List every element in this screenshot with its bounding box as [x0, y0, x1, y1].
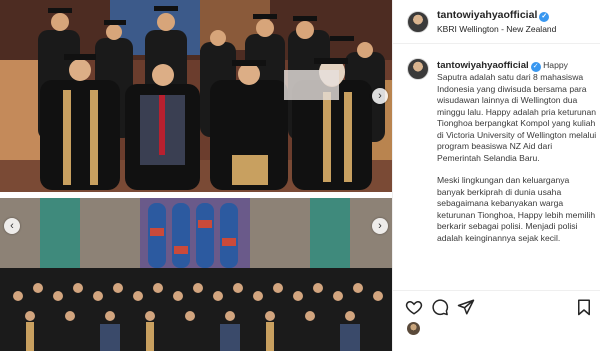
next-image-button-2[interactable]: ›	[372, 218, 388, 234]
comment-icon[interactable]	[431, 298, 449, 316]
header-username-text[interactable]: tantowiyahyaofficial	[437, 9, 537, 21]
graduation-photo-bottom[interactable]: ‹ ›	[0, 198, 392, 351]
post-panel: tantowiyahyaofficial ✓ KBRI Wellington - …	[392, 0, 600, 351]
action-bar	[393, 290, 600, 330]
verified-badge-icon: ✓	[539, 12, 550, 22]
verified-badge-icon: ✓	[530, 62, 541, 72]
caption-avatar[interactable]	[407, 58, 429, 80]
caption-text: tantowiyahyaofficial ✓ Happy Saputra adal…	[437, 60, 597, 255]
graduation-photo-top[interactable]: ›	[0, 0, 392, 192]
next-image-button[interactable]: ›	[372, 88, 388, 104]
heart-icon[interactable]	[405, 298, 423, 316]
post-media: › ‹ ›	[0, 0, 392, 351]
bookmark-icon[interactable]	[575, 298, 593, 316]
caption-paragraph-2: Meski lingkungan dan keluarganya banyak …	[437, 175, 596, 243]
caption-username[interactable]: tantowiyahyaofficial	[437, 60, 529, 71]
caption-body-1: Happy Saputra adalah satu dari 8 mahasis…	[437, 60, 597, 163]
avatar[interactable]	[407, 11, 429, 33]
liked-by-avatar[interactable]	[407, 322, 420, 335]
prev-image-button[interactable]: ‹	[4, 218, 20, 234]
header-username[interactable]: tantowiyahyaofficial ✓	[437, 9, 550, 22]
location-link[interactable]: KBRI Wellington - New Zealand	[437, 24, 556, 34]
paper-plane-icon[interactable]	[457, 298, 475, 316]
post-header: tantowiyahyaofficial ✓ KBRI Wellington - …	[393, 0, 600, 44]
caption-paragraph-1: tantowiyahyaofficial ✓ Happy Saputra adal…	[437, 60, 597, 164]
